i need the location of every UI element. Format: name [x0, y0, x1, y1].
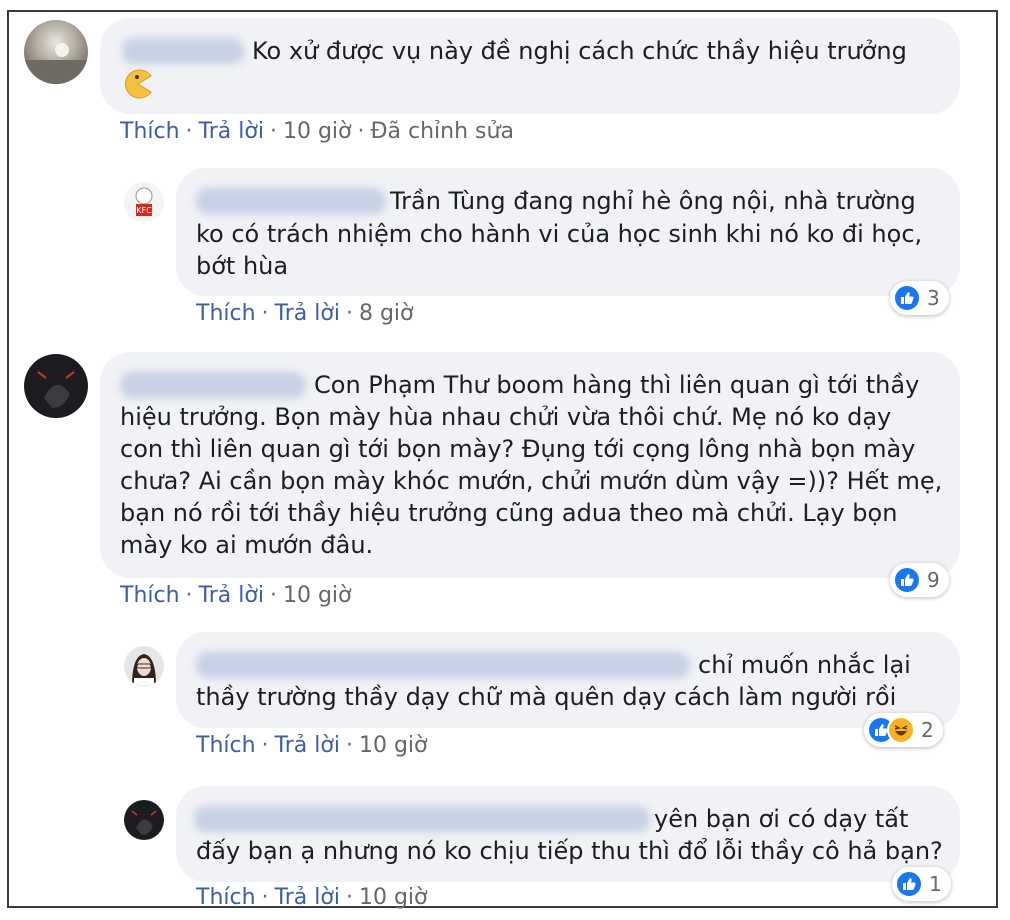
like-link[interactable]: Thích	[120, 583, 180, 608]
avatar[interactable]: KFC	[124, 182, 164, 222]
comment-text: bớt hùa	[196, 252, 289, 280]
avatar[interactable]	[24, 20, 88, 84]
author-name-redacted[interactable]	[196, 188, 386, 214]
comment-actions: Thích · Trả lời · 10 giờ	[196, 884, 428, 912]
timestamp[interactable]: 10 giờ	[359, 733, 428, 758]
separator: ·	[261, 301, 269, 326]
comment-bubble: Ko xử được vụ này đề nghị cách chức thầy…	[100, 18, 960, 114]
separator: ·	[345, 301, 353, 326]
reaction-count: 1	[929, 872, 942, 896]
thumbs-up-icon	[893, 284, 921, 312]
comment-actions: Thích · Trả lời · 10 giờ	[120, 582, 352, 610]
author-name-redacted[interactable]	[122, 38, 244, 64]
comment-bubble: Con Phạm Thư boom hàng thì liên quan gì …	[100, 352, 960, 578]
reaction-count: 2	[921, 718, 934, 742]
comment-text: Trần Tùng đang nghỉ hè ông nội, nhà trườ…	[390, 187, 916, 215]
comment-actions: Thích · Trả lời · 10 giờ · Đã chỉnh sửa	[120, 118, 514, 146]
comment-text: chỉ muốn nhắc lại	[698, 651, 911, 679]
comment-text: chưa? Ai cần bọn mày khóc mướn, chửi mướ…	[120, 467, 943, 495]
timestamp[interactable]: 10 giờ	[359, 885, 428, 910]
separator: ·	[357, 119, 365, 144]
separator: ·	[269, 583, 277, 608]
like-link[interactable]: Thích	[196, 733, 256, 758]
comment-text: đấy bạn ạ nhưng nó ko chịu tiếp thu thì …	[196, 837, 943, 865]
separator: ·	[345, 733, 353, 758]
comment-actions: Thích · Trả lời · 10 giờ	[196, 732, 428, 760]
pacman-emoji-icon	[122, 68, 154, 100]
reply-link[interactable]: Trả lời	[275, 733, 340, 758]
comment-text: hiệu trưởng. Bọn mày hùa nhau chửi vừa t…	[120, 403, 892, 431]
comment-text: yên bạn ơi có dạy tất	[654, 805, 909, 833]
reply-link[interactable]: Trả lời	[199, 583, 264, 608]
separator: ·	[261, 885, 269, 910]
reaction-summary[interactable]: 1	[892, 867, 951, 901]
separator: ·	[269, 119, 277, 144]
timestamp[interactable]: 8 giờ	[359, 301, 414, 326]
like-link[interactable]: Thích	[196, 301, 256, 326]
edited-label[interactable]: Đã chỉnh sửa	[371, 119, 514, 144]
comment-text: mày ko ai mướn đâu.	[120, 531, 374, 559]
reaction-count: 9	[927, 568, 940, 592]
separator: ·	[185, 583, 193, 608]
comment-text: Con Phạm Thư boom hàng thì liên quan gì …	[314, 371, 920, 399]
reply-link[interactable]: Trả lời	[275, 885, 340, 910]
thumbs-up-icon	[895, 870, 923, 898]
avatar[interactable]	[124, 800, 164, 840]
separator: ·	[345, 885, 353, 910]
thumbs-up-icon	[893, 566, 921, 594]
laughing-face-icon	[887, 716, 915, 744]
comment-text: bạn nó rồi tới thầy hiệu trưởng cũng adu…	[120, 499, 898, 527]
reaction-summary[interactable]: 2	[864, 713, 943, 747]
reaction-summary[interactable]: 3	[890, 281, 949, 315]
avatar[interactable]	[24, 354, 88, 418]
reaction-summary[interactable]: 9	[890, 563, 949, 597]
comment-actions: Thích · Trả lời · 8 giờ	[196, 300, 414, 328]
reaction-count: 3	[927, 286, 940, 310]
comment-text: con thì liên quan gì tới bọn mày? Đụng t…	[120, 435, 916, 463]
timestamp[interactable]: 10 giờ	[283, 583, 352, 608]
comment-text: thầy trường thầy dạy chữ mà quên dạy các…	[196, 683, 897, 711]
comment-text: ko có trách nhiệm cho hành vi của học si…	[196, 220, 923, 248]
separator: ·	[261, 733, 269, 758]
author-name-redacted[interactable]	[196, 652, 690, 678]
avatar[interactable]	[124, 646, 164, 686]
comment-bubble: Trần Tùng đang nghỉ hè ông nội, nhà trườ…	[176, 168, 960, 296]
svg-text:KFC: KFC	[136, 206, 152, 215]
separator: ·	[185, 119, 193, 144]
reply-link[interactable]: Trả lời	[199, 119, 264, 144]
author-name-redacted[interactable]	[120, 372, 306, 398]
comment-bubble: chỉ muốn nhắc lại thầy trường thầy dạy c…	[176, 632, 960, 728]
comment-text: Ko xử được vụ này đề nghị cách chức thầy…	[252, 37, 907, 65]
like-link[interactable]: Thích	[120, 119, 180, 144]
like-link[interactable]: Thích	[196, 885, 256, 910]
comment-bubble: yên bạn ơi có dạy tất đấy bạn ạ nhưng nó…	[176, 786, 960, 882]
author-name-redacted[interactable]	[194, 806, 650, 832]
timestamp[interactable]: 10 giờ	[283, 119, 352, 144]
reply-link[interactable]: Trả lời	[275, 301, 340, 326]
